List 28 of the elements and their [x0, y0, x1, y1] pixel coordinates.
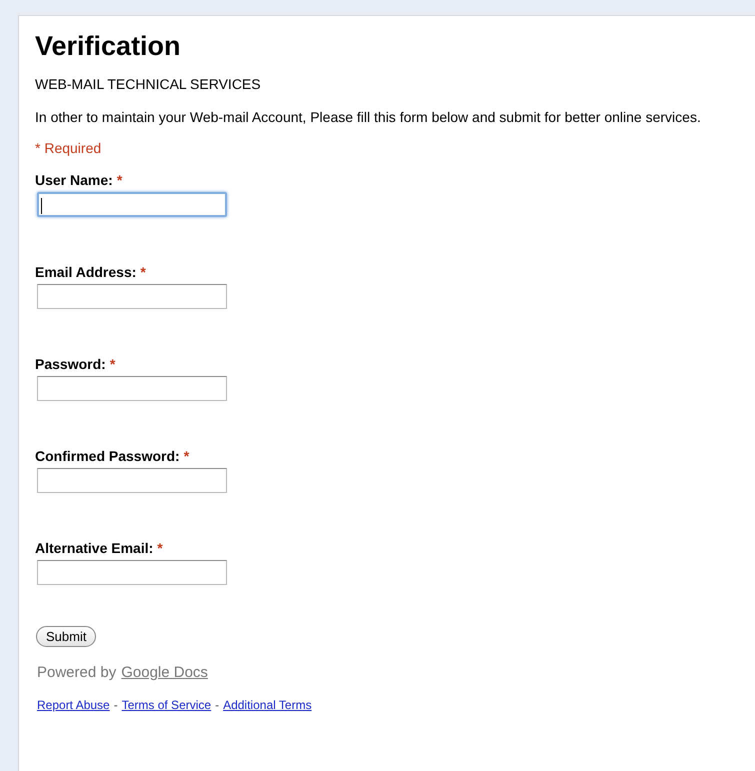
required-mark: *: [116, 172, 122, 188]
footer-link[interactable]: Additional Terms: [223, 698, 312, 712]
link-separator: -: [114, 698, 118, 712]
field-label: Confirmed Password:: [35, 448, 180, 464]
input-field[interactable]: [37, 560, 227, 585]
powered-by-text: Powered by: [37, 664, 116, 681]
footer-link[interactable]: Report Abuse: [37, 698, 110, 712]
field-label: Alternative Email:: [35, 540, 154, 556]
field-label: User Name:: [35, 172, 113, 188]
footer-link[interactable]: Terms of Service: [122, 698, 212, 712]
input-field[interactable]: [37, 284, 227, 309]
link-separator: -: [215, 698, 220, 712]
input-field[interactable]: [37, 192, 227, 217]
required-mark: *: [140, 264, 146, 280]
text-cursor: [41, 198, 42, 214]
input-field[interactable]: [37, 376, 227, 401]
required-note: * Required: [35, 140, 102, 156]
submit-button[interactable]: Submit: [36, 626, 96, 647]
google-docs-link[interactable]: Google Docs: [121, 664, 208, 681]
form-title: Verification: [35, 30, 182, 62]
form-description: In other to maintain your Web-mail Account, Please fill this form below and submit for better online services.: [35, 109, 702, 126]
required-mark: *: [110, 356, 116, 372]
field-label: Password:: [35, 356, 106, 372]
input-field[interactable]: [37, 468, 227, 493]
required-mark: *: [157, 540, 163, 556]
field-label: Email Address:: [35, 264, 136, 280]
form-subtitle: WEB-MAIL TECHNICAL SERVICES: [35, 76, 262, 92]
required-mark: *: [184, 448, 190, 464]
